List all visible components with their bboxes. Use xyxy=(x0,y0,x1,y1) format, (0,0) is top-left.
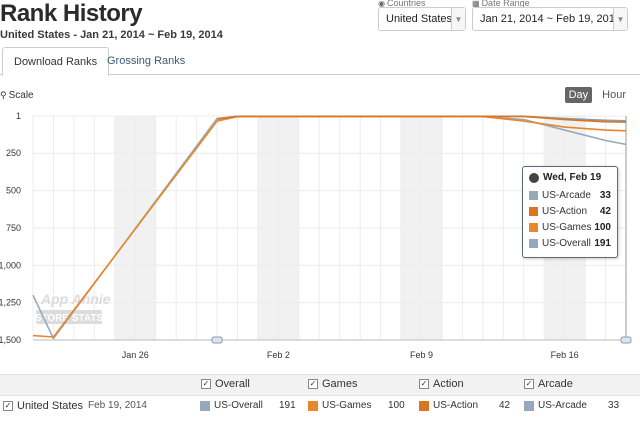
series-value: 42 xyxy=(499,400,511,411)
legend-toggle-overall[interactable]: ✓ Overall xyxy=(201,378,250,390)
series-value: 191 xyxy=(279,400,296,411)
x-tick-label: Feb 2 xyxy=(267,350,290,360)
tooltip-row: US-Overall 191 xyxy=(529,235,611,251)
tab-grossing-ranks[interactable]: Grossing Ranks xyxy=(96,47,196,75)
series-name: US-Games xyxy=(322,400,372,411)
checkbox[interactable]: ✓ xyxy=(201,379,211,389)
tooltip-series-value: 33 xyxy=(599,189,611,201)
y-tick-label: 750 xyxy=(6,223,21,233)
series-name: US-Action xyxy=(433,400,479,411)
series-entry: US-Action xyxy=(419,400,478,411)
series-value: 33 xyxy=(608,400,620,411)
country-toggle[interactable]: ✓ United States xyxy=(3,400,83,412)
chevron-down-icon: ▼ xyxy=(613,8,627,30)
countries-select[interactable]: United States ▼ xyxy=(378,7,466,31)
series-swatch xyxy=(529,222,538,232)
legend-toggle-games[interactable]: ✓ Games xyxy=(308,378,357,390)
series-name: US-Arcade xyxy=(538,400,587,411)
series-swatch xyxy=(529,206,538,216)
series-entry: US-Overall xyxy=(200,400,263,411)
zoom-icon: ⚲ xyxy=(0,90,7,100)
series-swatch xyxy=(529,238,538,248)
tooltip-series-name: US-Action xyxy=(542,205,588,217)
range-handle xyxy=(620,336,632,344)
y-tick-label: 1,250 xyxy=(0,298,21,308)
series-name: US-Overall xyxy=(214,400,263,411)
tooltip-header: Wed, Feb 19 xyxy=(529,172,611,183)
rank-tabs: Download Ranks Grossing Ranks xyxy=(0,47,640,76)
range-handle xyxy=(211,336,223,344)
tooltip-series-value: 42 xyxy=(599,205,611,217)
checkbox[interactable]: ✓ xyxy=(308,379,318,389)
page-title: Rank History xyxy=(0,0,143,27)
tooltip-series-name: US-Arcade xyxy=(542,189,591,201)
granularity-switch: Day Hour xyxy=(564,87,630,103)
checkbox[interactable]: ✓ xyxy=(524,379,534,389)
tooltip-row: US-Arcade 33 xyxy=(529,187,611,203)
scale-toggle[interactable]: ⚲ Scale xyxy=(0,90,34,101)
chart-tooltip: Wed, Feb 19 US-Arcade 33 US-Action 42 US… xyxy=(522,166,618,258)
tooltip-series-value: 100 xyxy=(594,221,611,233)
legend-header: ✓ Overall ✓ Games ✓ Action ✓ Arcade xyxy=(0,374,640,396)
tooltip-series-name: US-Overall xyxy=(542,237,591,249)
y-tick-label: 1,000 xyxy=(0,260,21,270)
y-tick-label: 250 xyxy=(6,148,21,158)
series-swatch xyxy=(200,400,210,411)
series-swatch xyxy=(529,190,538,200)
watermark-text: App Annie xyxy=(40,291,111,307)
checkbox[interactable]: ✓ xyxy=(419,379,429,389)
x-tick-label: Feb 9 xyxy=(410,350,433,360)
hour-button[interactable]: Hour xyxy=(598,87,630,103)
country-row: ✓ United States Feb 19, 2014 US-Overall … xyxy=(0,396,640,416)
series-swatch xyxy=(419,400,429,411)
x-tick-label: Jan 26 xyxy=(122,350,149,360)
date-range-select[interactable]: Jan 21, 2014 ~ Feb 19, 2014 ▼ xyxy=(472,7,628,31)
country-name: United States xyxy=(17,400,84,412)
x-tick-label: Feb 16 xyxy=(551,350,579,360)
chevron-down-icon: ▼ xyxy=(451,8,465,30)
tooltip-row: US-Action 42 xyxy=(529,203,611,219)
row-date: Feb 19, 2014 xyxy=(88,400,147,411)
checkbox[interactable]: ✓ xyxy=(3,401,13,411)
tooltip-series-value: 191 xyxy=(594,237,611,249)
tooltip-row: US-Games 100 xyxy=(529,219,611,235)
globe-icon xyxy=(529,172,539,183)
page-subtitle: United States - Jan 21, 2014 ~ Feb 19, 2… xyxy=(0,29,223,41)
legend-toggle-action[interactable]: ✓ Action xyxy=(419,378,464,390)
series-swatch xyxy=(308,400,318,411)
tooltip-date: Wed, Feb 19 xyxy=(543,172,602,183)
day-button[interactable]: Day xyxy=(564,87,593,103)
legend-toggle-arcade[interactable]: ✓ Arcade xyxy=(524,378,573,390)
series-swatch xyxy=(524,400,534,411)
series-value: 100 xyxy=(388,400,405,411)
series-entry: US-Games xyxy=(308,400,371,411)
y-tick-label: 500 xyxy=(6,186,21,196)
y-tick-label: 1,500 xyxy=(0,335,21,345)
series-entry: US-Arcade xyxy=(524,400,587,411)
y-tick-label: 1 xyxy=(16,111,21,121)
tab-download-ranks[interactable]: Download Ranks xyxy=(2,47,110,76)
tooltip-series-name: US-Games xyxy=(542,221,592,233)
